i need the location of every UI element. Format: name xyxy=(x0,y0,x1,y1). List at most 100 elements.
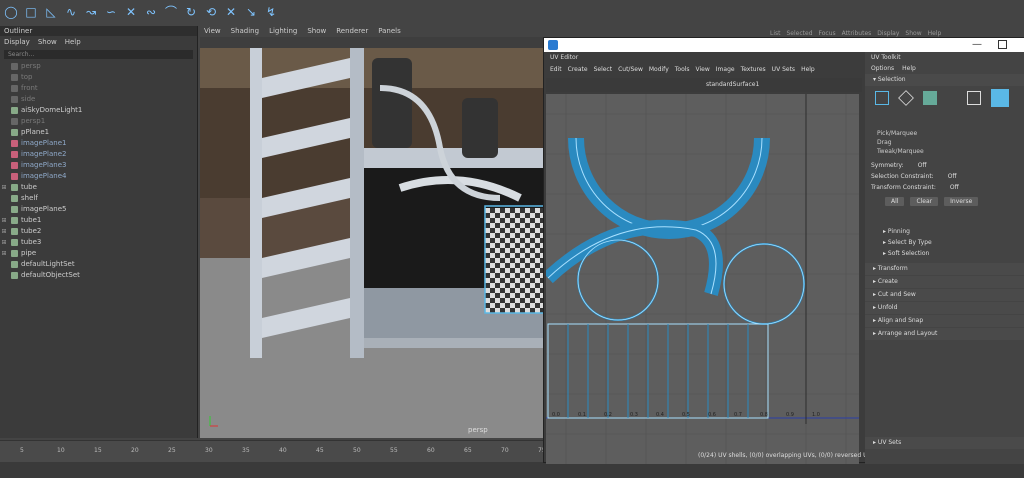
outliner-item[interactable]: ⊞ tube3 xyxy=(0,237,197,248)
toolkit-subsection[interactable]: ▸ Select By Type xyxy=(865,237,1024,248)
maximize-icon[interactable] xyxy=(998,40,1007,49)
outliner-item[interactable]: ⊞ tube2 xyxy=(0,226,197,237)
uv-menu-image[interactable]: Image xyxy=(716,66,735,73)
outliner-item[interactable]: ⊞ tube1 xyxy=(0,215,197,226)
uv-menu-uvsets[interactable]: UV Sets xyxy=(772,66,795,73)
outliner-item[interactable]: shelf xyxy=(0,193,197,204)
clear-button[interactable]: Clear xyxy=(910,197,939,206)
toolkit-subsection[interactable]: ▸ Pinning xyxy=(865,226,1024,237)
expand-icon[interactable]: ⊞ xyxy=(0,182,8,193)
circle-arc-icon[interactable]: ↻ xyxy=(184,5,198,19)
outliner-item[interactable]: persp1 xyxy=(0,116,197,127)
uv-menu-cutsew[interactable]: Cut/Sew xyxy=(618,66,643,73)
face-mode-icon[interactable] xyxy=(923,91,937,105)
expand-icon[interactable]: ⊞ xyxy=(0,215,8,226)
uv-menu-tools[interactable]: Tools xyxy=(675,66,690,73)
curve-tool-icon[interactable]: ∿ xyxy=(64,5,78,19)
outliner-item[interactable]: persp xyxy=(0,61,197,72)
cv-curve-icon[interactable]: ✕ xyxy=(124,5,138,19)
mode-pick-marquee[interactable]: Pick/Marquee xyxy=(865,129,1024,138)
menu-attributes[interactable]: Attributes xyxy=(842,30,872,37)
shell-mode-icon[interactable] xyxy=(991,89,1009,107)
loft-icon[interactable]: ✕ xyxy=(224,5,238,19)
outliner-item[interactable]: imagePlane5 xyxy=(0,204,197,215)
select-square-icon[interactable]: □ xyxy=(24,5,38,19)
toolkit-section[interactable]: ▸ Create xyxy=(865,276,1024,288)
uv-menu-create[interactable]: Create xyxy=(568,66,588,73)
menu-focus[interactable]: Focus xyxy=(819,30,836,37)
symmetry-dropdown[interactable]: Off xyxy=(918,160,927,171)
arc-icon[interactable]: ⌒ xyxy=(164,5,178,19)
select-all-button[interactable]: All xyxy=(885,197,905,206)
3d-viewport[interactable] xyxy=(200,48,544,438)
uv-menu-edit[interactable]: Edit xyxy=(550,66,562,73)
toolkit-subsection[interactable]: ▸ Soft Selection xyxy=(865,248,1024,259)
outliner-item[interactable]: defaultObjectSet xyxy=(0,270,197,281)
outliner-item[interactable]: pPlane1 xyxy=(0,127,197,138)
uv-menu-modify[interactable]: Modify xyxy=(649,66,669,73)
vp-menu-renderer[interactable]: Renderer xyxy=(336,26,368,37)
menu-list[interactable]: List xyxy=(770,30,781,37)
material-selector[interactable]: standardSurface1 xyxy=(706,81,759,88)
range-slider[interactable] xyxy=(0,462,1024,478)
edge-mode-icon[interactable] xyxy=(898,90,914,106)
bend-icon[interactable]: ↯ xyxy=(264,5,278,19)
minimize-icon[interactable]: — xyxy=(972,38,982,52)
outliner-menu-display[interactable]: Display xyxy=(4,36,30,48)
toolkit-section[interactable]: ▸ Align and Snap xyxy=(865,315,1024,327)
toolkit-section[interactable]: ▸ Unfold xyxy=(865,302,1024,314)
uv-menu-select[interactable]: Select xyxy=(594,66,613,73)
outliner-item[interactable]: top xyxy=(0,72,197,83)
bezier-icon[interactable]: ∽ xyxy=(104,5,118,19)
outliner-item[interactable]: ⊞ tube xyxy=(0,182,197,193)
extrude-icon[interactable]: ↘ xyxy=(244,5,258,19)
lasso-icon[interactable]: ◯ xyxy=(4,5,18,19)
outliner-item[interactable]: defaultLightSet xyxy=(0,259,197,270)
uv-mode-icon[interactable] xyxy=(967,91,981,105)
vp-menu-panels[interactable]: Panels xyxy=(378,26,401,37)
toolkit-menu-help[interactable]: Help xyxy=(902,63,916,74)
vp-menu-lighting[interactable]: Lighting xyxy=(269,26,297,37)
vp-menu-shading[interactable]: Shading xyxy=(231,26,259,37)
expand-icon[interactable]: ⊞ xyxy=(0,248,8,259)
outliner-search-input[interactable]: Search... xyxy=(4,50,193,59)
expand-icon[interactable]: ⊞ xyxy=(0,237,8,248)
vp-menu-view[interactable]: View xyxy=(204,26,221,37)
menu-help[interactable]: Help xyxy=(928,30,942,37)
menu-show[interactable]: Show xyxy=(905,30,921,37)
curve-ep-icon[interactable]: ↝ xyxy=(84,5,98,19)
outliner-item[interactable]: front xyxy=(0,83,197,94)
uv-menu-view[interactable]: View xyxy=(696,66,710,73)
outliner-item[interactable]: imagePlane1 xyxy=(0,138,197,149)
outliner-item[interactable]: imagePlane4 xyxy=(0,171,197,182)
outliner-item[interactable]: aiSkyDomeLight1 xyxy=(0,105,197,116)
toolkit-section[interactable]: ▸ Transform xyxy=(865,263,1024,275)
outliner-menu-show[interactable]: Show xyxy=(38,36,57,48)
toolkit-menu-options[interactable]: Options xyxy=(871,63,894,74)
vp-menu-show[interactable]: Show xyxy=(307,26,326,37)
uv-menu-textures[interactable]: Textures xyxy=(741,66,766,73)
outliner-item[interactable]: ⊞ pipe xyxy=(0,248,197,259)
menu-selected[interactable]: Selected xyxy=(787,30,813,37)
toolkit-section[interactable]: ▸ Cut and Sew xyxy=(865,289,1024,301)
outliner-item[interactable]: imagePlane3 xyxy=(0,160,197,171)
outliner-item[interactable]: side xyxy=(0,94,197,105)
uv-menu-help[interactable]: Help xyxy=(801,66,815,73)
triangle-icon[interactable]: ◺ xyxy=(44,5,58,19)
vertex-mode-icon[interactable] xyxy=(875,91,889,105)
expand-icon[interactable]: ⊞ xyxy=(0,226,8,237)
window-titlebar[interactable]: — xyxy=(544,38,1024,52)
pencil-curve-icon[interactable]: ∾ xyxy=(144,5,158,19)
toolkit-section[interactable]: ▸ Arrange and Layout xyxy=(865,328,1024,340)
transform-constraint-dropdown[interactable]: Off xyxy=(950,182,959,193)
outliner-menu-help[interactable]: Help xyxy=(65,36,81,48)
sweep-icon[interactable]: ⟲ xyxy=(204,5,218,19)
uv-grid-view[interactable]: 0.0 0.1 0.2 0.3 0.4 0.5 0.6 0.7 0.8 0.9 1.0 xyxy=(546,94,859,464)
outliner-item[interactable]: imagePlane2 xyxy=(0,149,197,160)
section-uv-sets[interactable]: ▸ UV Sets xyxy=(865,437,1024,449)
selection-constraint-dropdown[interactable]: Off xyxy=(948,171,957,182)
inverse-button[interactable]: Inverse xyxy=(944,197,979,206)
menu-display[interactable]: Display xyxy=(877,30,899,37)
section-selection[interactable]: ▾ Selection xyxy=(865,74,1024,86)
mode-tweak-marquee[interactable]: Tweak/Marquee xyxy=(865,147,1024,156)
